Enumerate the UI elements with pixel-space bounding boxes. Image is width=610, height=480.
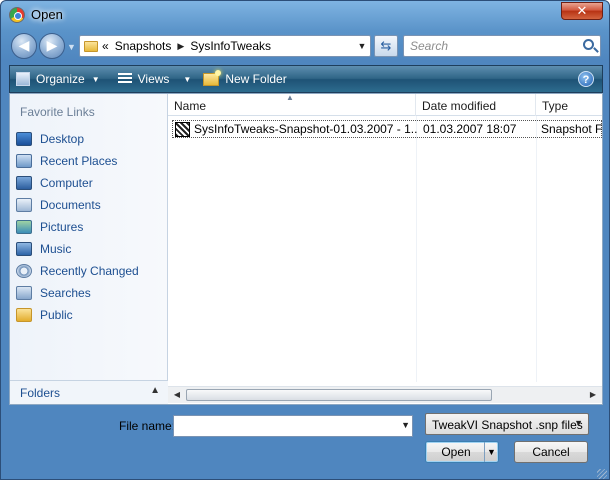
help-icon[interactable]: ? [578, 71, 594, 87]
horizontal-scrollbar[interactable]: ◀ ▶ [168, 386, 602, 403]
column-header-name[interactable]: ▲ Name [168, 93, 416, 116]
computer-icon [16, 176, 32, 190]
search-input[interactable]: Search [403, 35, 601, 57]
address-dropdown-icon[interactable]: ▼ [354, 36, 370, 56]
search-icon[interactable] [583, 39, 594, 50]
back-button[interactable]: ◀ [11, 33, 37, 59]
nav-item-label: Searches [40, 286, 91, 300]
folder-icon [84, 40, 98, 52]
column-header-type[interactable]: Type [536, 94, 602, 116]
file-list: ▲ Name Date modified Type SysInfoTweaks-… [168, 93, 603, 404]
file-type-select[interactable]: TweakVI Snapshot .snp files ▼ [425, 413, 589, 435]
new-folder-button[interactable]: New Folder [197, 66, 292, 92]
nav-item-label: Computer [40, 176, 93, 190]
column-header-date-modified[interactable]: Date modified [416, 94, 536, 116]
browser-content: Favorite Links Desktop Recent Places Com… [9, 93, 603, 405]
organize-icon [16, 72, 30, 86]
documents-icon [16, 198, 32, 212]
app-icon [9, 7, 25, 23]
sort-ascending-icon: ▲ [286, 93, 294, 102]
views-icon [117, 73, 132, 85]
command-toolbar: Organize ▼ Views ▼ New Folder ? [9, 65, 603, 93]
breadcrumb-sysinfotweaks[interactable]: SysInfoTweaks [190, 39, 271, 53]
nav-item-recent-places[interactable]: Recent Places [16, 150, 139, 172]
nav-item-label: Recently Changed [40, 264, 139, 278]
favorite-links-list: Desktop Recent Places Computer Documents… [16, 128, 139, 326]
file-row[interactable]: SysInfoTweaks-Snapshot-01.03.2007 - 1...… [172, 120, 603, 138]
breadcrumb-separator-icon[interactable]: ▶ [177, 41, 184, 52]
chevron-down-icon[interactable]: ▼ [484, 442, 498, 462]
file-type-value: TweakVI Snapshot .snp files [432, 418, 583, 432]
folders-label: Folders [20, 386, 61, 400]
scroll-right-icon[interactable]: ▶ [586, 388, 600, 402]
file-name-label: File name: [119, 419, 176, 433]
music-icon [16, 242, 32, 256]
forward-button[interactable]: ▶ [39, 33, 65, 59]
open-dialog: Open ✕ ◀ ▶ ▼ « Snapshots ▶ SysInfoTweaks… [0, 0, 610, 480]
address-row: ◀ ▶ ▼ « Snapshots ▶ SysInfoTweaks ▼ ⇆ Se… [1, 31, 609, 61]
recent-pages-dropdown-icon[interactable]: ▼ [67, 42, 76, 52]
resize-grip[interactable] [597, 469, 607, 479]
file-date-cell: 01.03.2007 18:07 [423, 122, 517, 136]
nav-item-label: Pictures [40, 220, 84, 234]
recently-changed-icon [16, 264, 32, 278]
window-title: Open [31, 7, 63, 22]
navigation-pane: Favorite Links Desktop Recent Places Com… [10, 94, 168, 404]
scrollbar-thumb[interactable] [186, 389, 492, 401]
breadcrumb-overflow[interactable]: « [102, 39, 109, 53]
views-label: Views [137, 72, 170, 86]
file-type-cell: Snapshot Fi [541, 122, 603, 136]
address-bar[interactable]: « Snapshots ▶ SysInfoTweaks ▼ [79, 35, 371, 57]
snapshot-file-icon [175, 121, 190, 137]
nav-item-label: Desktop [40, 132, 85, 146]
chevron-down-icon: ▼ [183, 74, 192, 84]
views-button[interactable]: Views ▼ [112, 66, 198, 92]
nav-item-pictures[interactable]: Pictures [16, 216, 139, 238]
recent-places-icon [16, 154, 32, 168]
new-folder-label: New Folder [225, 72, 287, 86]
file-name-input[interactable]: ▼ [173, 415, 413, 437]
open-label: Open [441, 445, 471, 459]
cancel-button[interactable]: Cancel [514, 441, 588, 463]
nav-item-music[interactable]: Music [16, 238, 139, 260]
public-folder-icon [16, 308, 32, 322]
desktop-icon [16, 132, 32, 146]
column-divider [416, 116, 417, 382]
column-headers: ▲ Name Date modified Type [168, 93, 602, 116]
chevron-down-icon: ▼ [91, 74, 100, 84]
nav-item-label: Music [40, 242, 72, 256]
close-button[interactable]: ✕ [561, 2, 603, 20]
nav-item-desktop[interactable]: Desktop [16, 128, 139, 150]
column-divider [536, 116, 537, 382]
refresh-icon: ⇆ [380, 38, 392, 53]
organize-label: Organize [36, 72, 85, 86]
new-folder-icon [203, 69, 222, 86]
nav-item-label: Documents [40, 198, 101, 212]
chevron-down-icon: ▼ [574, 418, 583, 428]
title-bar: Open ✕ [1, 1, 609, 29]
searches-icon [16, 286, 32, 300]
file-name-cell: SysInfoTweaks-Snapshot-01.03.2007 - 1... [194, 122, 418, 136]
organize-button[interactable]: Organize ▼ [10, 66, 106, 92]
nav-item-label: Recent Places [40, 154, 118, 168]
nav-item-public[interactable]: Public [16, 304, 139, 326]
column-header-label: Name [174, 99, 207, 113]
chevron-up-icon: ▲ [150, 385, 160, 396]
refresh-button[interactable]: ⇆ [374, 35, 398, 57]
chevron-down-icon[interactable]: ▼ [401, 420, 410, 430]
folders-toggle[interactable]: Folders ▲ [10, 380, 168, 404]
breadcrumb-snapshots[interactable]: Snapshots [115, 39, 172, 53]
scroll-left-icon[interactable]: ◀ [170, 388, 184, 402]
search-placeholder: Search [410, 39, 449, 53]
nav-item-documents[interactable]: Documents [16, 194, 139, 216]
nav-item-label: Public [40, 308, 73, 322]
dialog-footer: File name: ▼ TweakVI Snapshot .snp files… [1, 405, 609, 479]
open-button[interactable]: Open ▼ [425, 441, 499, 463]
pictures-icon [16, 220, 32, 234]
nav-item-computer[interactable]: Computer [16, 172, 139, 194]
nav-item-recently-changed[interactable]: Recently Changed [16, 260, 139, 282]
favorite-links-header: Favorite Links [20, 105, 95, 119]
nav-item-searches[interactable]: Searches [16, 282, 139, 304]
